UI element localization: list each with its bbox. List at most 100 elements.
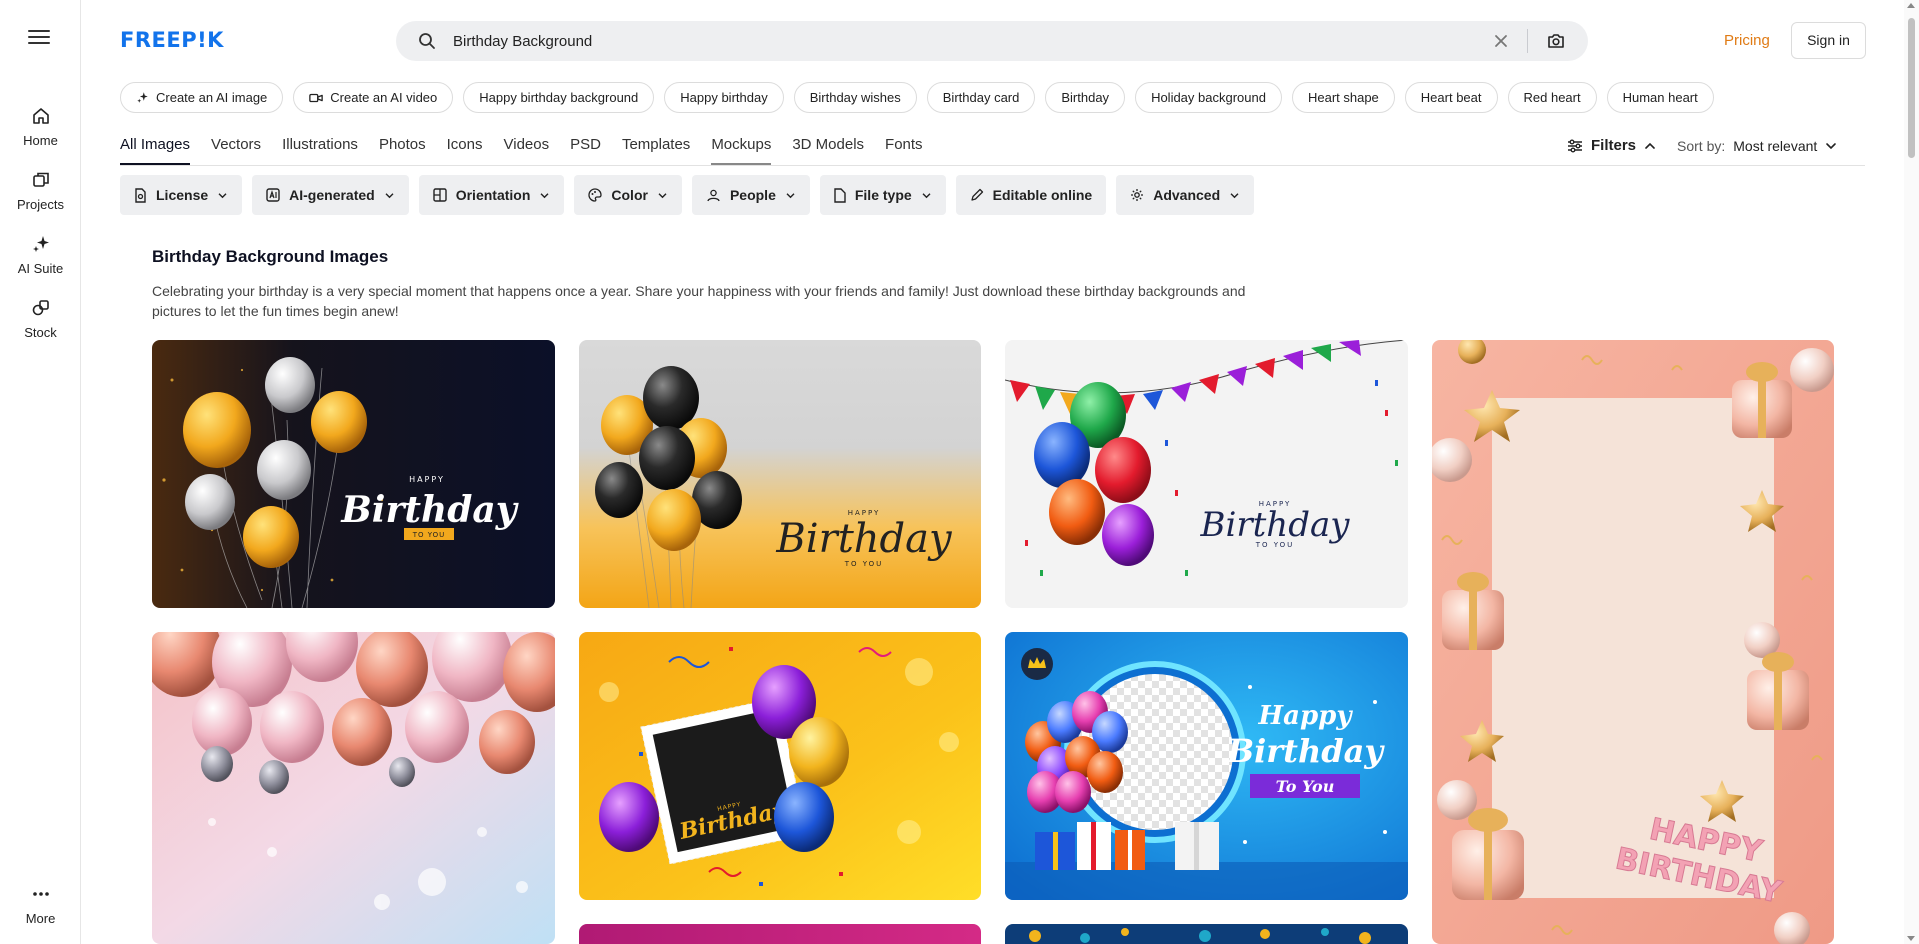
more-dots-icon (32, 892, 49, 896)
chip-suggestion[interactable]: Holiday background (1135, 82, 1282, 113)
scrollbar-thumb[interactable] (1908, 18, 1915, 158)
left-rail: Home Projects AI Suite Stock More (0, 0, 81, 944)
chevron-down-icon (218, 192, 227, 198)
sort-label: Sort by: (1677, 138, 1726, 154)
chip-suggestion[interactable]: Heart shape (1291, 82, 1395, 113)
result-card-black-gold-balloons[interactable]: HAPPY Birthday TO YOU (579, 340, 981, 608)
card-text-main: Birthday (340, 489, 518, 531)
rail-item-more[interactable]: More (0, 884, 81, 928)
result-card-pastel-balloons[interactable] (152, 632, 555, 944)
chip-suggestion[interactable]: Human heart (1606, 82, 1714, 113)
projects-icon (32, 172, 49, 187)
filters-sliders-icon (1568, 139, 1582, 152)
image-thumbnail (1005, 924, 1408, 944)
clear-search-icon[interactable] (1492, 32, 1510, 50)
card-text-birthday: Birthday (1226, 732, 1385, 770)
content-type-tabs: All Images Vectors Illustrations Photos … (120, 136, 923, 165)
filter-label: File type (854, 187, 912, 203)
card-text-ribbon: To You (1276, 777, 1335, 796)
tab-mockups[interactable]: Mockups (711, 136, 772, 165)
chip-suggestion[interactable]: Birthday wishes (793, 82, 917, 113)
filter-label: Orientation (455, 187, 531, 203)
search-divider (1527, 29, 1528, 53)
result-card-dark-balloons[interactable]: HAPPY Birthday TO YOU (152, 340, 555, 608)
tab-videos[interactable]: Videos (504, 136, 550, 165)
result-card-yellow-photo-frame[interactable]: HAPPY Birthday (579, 632, 981, 900)
image-thumbnail (152, 632, 555, 944)
image-thumbnail: HAPPY BIRTHDAY (1432, 340, 1834, 944)
home-icon (32, 108, 49, 124)
rail-item-stock[interactable]: Stock (0, 298, 81, 342)
scroll-down-arrow-icon[interactable] (1907, 936, 1915, 941)
tab-fonts[interactable]: Fonts (885, 136, 923, 165)
filter-file-type[interactable]: File type (819, 175, 946, 215)
filter-orientation[interactable]: Orientation (418, 175, 565, 215)
rail-item-label: AI Suite (17, 261, 64, 276)
chip-suggestion[interactable]: Birthday card (926, 82, 1036, 113)
chevron-down-icon (540, 192, 549, 198)
scroll-up-arrow-icon[interactable] (1907, 3, 1915, 8)
chip-suggestion[interactable]: Heart beat (1404, 82, 1498, 113)
tab-all-images[interactable]: All Images (120, 136, 191, 165)
chip-create-ai-image[interactable]: Create an AI image (120, 82, 284, 113)
image-thumbnail: HAPPY Birthday TO YOU (1005, 340, 1408, 608)
sort-dropdown[interactable]: Most relevant (1733, 138, 1837, 154)
rail-item-projects[interactable]: Projects (0, 170, 81, 214)
filter-ai-generated[interactable]: AI-generated (252, 175, 409, 215)
pricing-link[interactable]: Pricing (1724, 32, 1770, 49)
hamburger-menu-icon[interactable] (28, 30, 50, 50)
sort-control: Sort by: Most relevant (1677, 138, 1837, 154)
camera-search-icon[interactable] (1546, 31, 1566, 51)
card-text-main: Birthday (1200, 505, 1351, 545)
sort-value: Most relevant (1733, 138, 1818, 154)
palette-icon (588, 188, 603, 202)
filter-people[interactable]: People (691, 175, 810, 215)
result-card-magenta-peek[interactable] (579, 924, 981, 944)
result-card-bunting-balloons[interactable]: HAPPY Birthday TO YOU (1005, 340, 1408, 608)
orientation-icon (433, 188, 447, 202)
rail-item-ai-suite[interactable]: AI Suite (0, 234, 81, 278)
chip-suggestion[interactable]: Happy birthday background (463, 82, 655, 113)
filter-label: AI-generated (289, 187, 375, 203)
sign-in-button[interactable]: Sign in (1791, 22, 1866, 59)
tab-psd[interactable]: PSD (570, 136, 601, 165)
filter-buttons: License AI-generated Orientation Color P… (120, 175, 1255, 215)
rail-item-label: Stock (24, 325, 57, 340)
tab-photos[interactable]: Photos (379, 136, 426, 165)
file-icon (834, 187, 846, 203)
tab-templates[interactable]: Templates (622, 136, 690, 165)
filters-toggle-button[interactable]: Filters (1567, 137, 1656, 154)
chevron-down-icon (1826, 143, 1837, 150)
result-card-blue-circle-frame[interactable]: Happy Birthday To You (1005, 632, 1408, 900)
tab-icons[interactable]: Icons (447, 136, 483, 165)
ai-icon (266, 188, 280, 202)
chip-suggestion[interactable]: Red heart (1507, 82, 1597, 113)
result-card-peach-gift-frame[interactable]: HAPPY BIRTHDAY (1432, 340, 1834, 944)
filter-editable-online[interactable]: Editable online (955, 175, 1107, 215)
tabs-underline (120, 165, 1865, 166)
tab-3d-models[interactable]: 3D Models (792, 136, 864, 165)
card-text-small: HAPPY (409, 475, 445, 484)
chip-suggestion[interactable]: Birthday (1045, 82, 1126, 113)
chip-suggestion[interactable]: Happy birthday (664, 82, 784, 113)
chevron-down-icon (786, 192, 795, 198)
filter-label: Color (611, 187, 648, 203)
freepik-logo[interactable]: FREEP!K (120, 28, 224, 52)
chevron-down-icon (1230, 192, 1239, 198)
filter-advanced[interactable]: Advanced (1116, 175, 1255, 215)
tab-illustrations[interactable]: Illustrations (282, 136, 358, 165)
rail-item-home[interactable]: Home (0, 106, 81, 150)
chip-create-ai-video[interactable]: Create an AI video (293, 82, 454, 113)
tab-vectors[interactable]: Vectors (211, 136, 261, 165)
filter-license[interactable]: License (120, 175, 243, 215)
page-description: Celebrating your birthday is a very spec… (152, 283, 1246, 319)
filter-label: Editable online (992, 187, 1093, 203)
image-thumbnail: Happy Birthday To You (1005, 632, 1408, 900)
license-icon (135, 187, 146, 203)
result-card-navy-peek[interactable] (1005, 924, 1408, 944)
page-scrollbar[interactable] (1904, 0, 1919, 944)
filter-color[interactable]: Color (574, 175, 682, 215)
search-input[interactable] (453, 21, 1453, 61)
search-icon[interactable] (418, 32, 436, 50)
chevron-down-icon (658, 192, 667, 198)
